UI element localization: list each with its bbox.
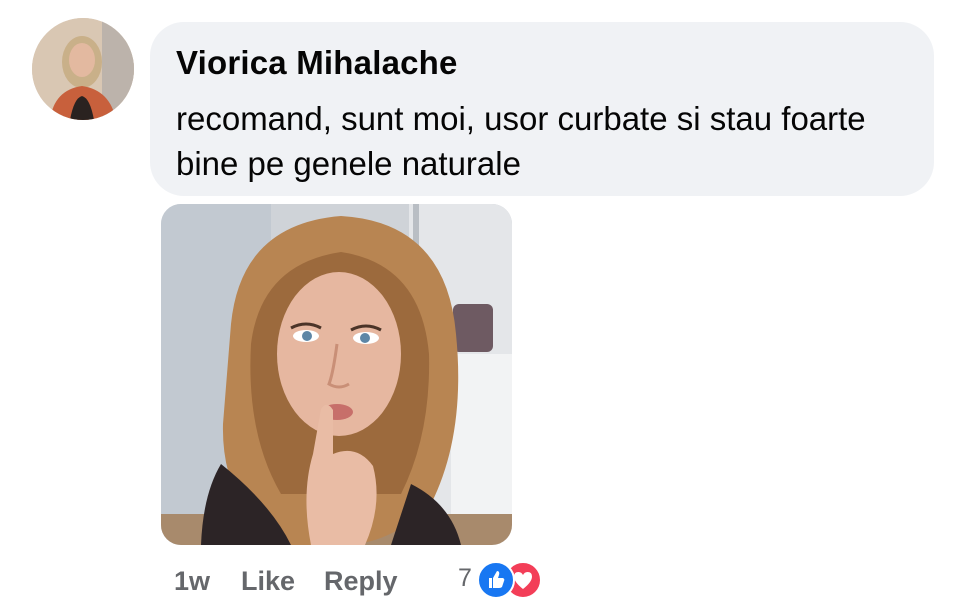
reaction-count: 7	[458, 564, 472, 592]
comment-text: recomand, sunt moi, usor curbate si stau…	[176, 100, 866, 182]
avatar[interactable]	[32, 18, 134, 120]
comment-bubble: Viorica Mihalache recomand, sunt moi, us…	[150, 22, 934, 196]
like-button[interactable]: Like	[241, 566, 295, 597]
comment-attachment-photo[interactable]	[161, 204, 512, 545]
comment-actions: 1w Like Reply 7	[0, 560, 966, 604]
comment-timestamp[interactable]: 1w	[174, 566, 210, 597]
like-reaction-icon	[477, 561, 515, 599]
reactions-summary[interactable]: 7	[458, 560, 554, 600]
comment-author[interactable]: Viorica Mihalache	[176, 44, 458, 82]
reply-button[interactable]: Reply	[324, 566, 398, 597]
